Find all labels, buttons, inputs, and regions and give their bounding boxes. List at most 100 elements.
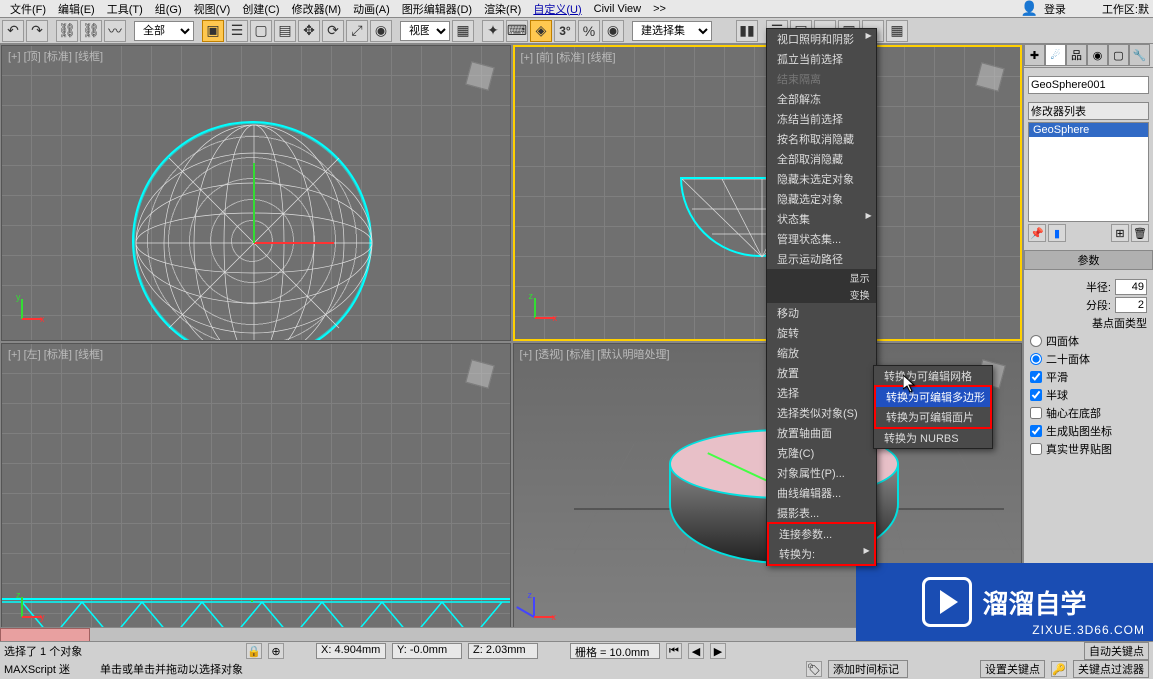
auto-key-button[interactable]: 自动关键点 [1084,642,1149,660]
coord-z[interactable]: Z: 2.03mm [468,643,538,659]
tab-display[interactable]: ▢ [1108,44,1129,66]
select-move-button[interactable]: ✥ [298,20,320,42]
key-mode-button[interactable]: 🔑 [1051,661,1067,677]
redo-button[interactable]: ↷ [26,20,48,42]
render-setup-button[interactable]: ▦ [886,20,908,42]
cm-select-similar[interactable]: 选择类似对象(S) [767,403,876,423]
radius-spinner[interactable] [1115,279,1147,295]
cm-freeze-selection[interactable]: 冻结当前选择 [767,109,876,129]
hemisphere-checkbox[interactable] [1030,389,1042,401]
bind-button[interactable]: 〰 [104,20,126,42]
reference-coord-select[interactable]: 视图 [400,21,450,41]
cm-move[interactable]: 移动 [767,303,876,323]
axis-bottom-checkbox[interactable] [1030,407,1042,419]
place-button[interactable]: ◉ [370,20,392,42]
modifier-stack[interactable]: GeoSphere [1028,122,1149,222]
time-tag-button[interactable]: 🏷 [806,661,822,677]
cm-unhide-by-name[interactable]: 按名称取消隐藏 [767,129,876,149]
mirror-button[interactable]: ▮▮ [736,20,758,42]
menu-file[interactable]: 文件(F) [4,0,52,18]
modifier-list-dropdown[interactable]: 修改器列表 [1028,102,1149,120]
real-world-checkbox[interactable] [1030,443,1042,455]
select-by-name-button[interactable]: ☰ [226,20,248,42]
viewport-top[interactable]: [+] [顶] [标准] [线框] [1,45,511,341]
tab-modify[interactable]: ☄ [1045,44,1066,66]
viewport-perspective-label[interactable]: [+] [透视] [标准] [默认明暗处理] [520,346,670,362]
prev-frame-button[interactable]: ◀ [688,643,704,659]
cm-convert-poly[interactable]: 转换为可编辑多边形 [876,387,990,407]
link-button[interactable]: ⛓ [56,20,78,42]
manipulate-button[interactable]: ✦ [482,20,504,42]
keyboard-button[interactable]: ⌨ [506,20,528,42]
select-object-button[interactable]: ▣ [202,20,224,42]
unlink-button[interactable]: ⛓ [80,20,102,42]
cm-convert-patch[interactable]: 转换为可编辑面片 [876,407,990,427]
cm-convert-mesh[interactable]: 转换为可编辑网格 [874,366,992,386]
snap-toggle-button[interactable]: ◈ [530,20,552,42]
undo-button[interactable]: ↶ [2,20,24,42]
viewport-left-label[interactable]: [+] [左] [标准] [线框] [8,346,103,362]
add-time-tag[interactable]: 添加时间标记 [828,660,908,678]
select-scale-button[interactable]: ⤢ [346,20,368,42]
menu-edit[interactable]: 编辑(E) [52,0,101,18]
cm-clone[interactable]: 克隆(C) [767,443,876,463]
select-rotate-button[interactable]: ⟳ [322,20,344,42]
cm-place[interactable]: 放置 [767,363,876,383]
smooth-checkbox[interactable] [1030,371,1042,383]
nav-cube-top[interactable] [460,56,500,96]
timeline[interactable] [0,627,856,641]
cm-select[interactable]: 选择 [767,383,876,403]
cm-scale[interactable]: 缩放 [767,343,876,363]
object-name-input[interactable] [1028,76,1149,94]
show-result-button[interactable]: ▮ [1048,224,1066,242]
coord-mode-button[interactable]: ⊕ [268,643,284,659]
select-rect-button[interactable]: ▢ [250,20,272,42]
key-filter-button[interactable]: 关键点过滤器 [1073,660,1149,678]
coord-x[interactable]: X: 4.904mm [316,643,386,659]
icosa-radio[interactable] [1030,353,1042,365]
tab-motion[interactable]: ◉ [1087,44,1108,66]
menu-group[interactable]: 组(G) [149,0,188,18]
cm-convert-nurbs[interactable]: 转换为 NURBS [874,428,992,448]
menu-civil-view[interactable]: Civil View [588,2,647,16]
menu-modifier[interactable]: 修改器(M) [286,0,348,18]
segments-spinner[interactable] [1115,297,1147,313]
cm-hide-selection[interactable]: 隐藏选定对象 [767,189,876,209]
viewport-top-label[interactable]: [+] [顶] [标准] [线框] [8,48,103,64]
cm-state-sets[interactable]: 状态集 [767,209,876,229]
pivot-button[interactable]: ▦ [452,20,474,42]
stack-item-geosphere[interactable]: GeoSphere [1029,123,1148,137]
cm-show-motion-path[interactable]: 显示运动路径 [767,249,876,269]
play-button[interactable]: ▶ [710,643,726,659]
cm-place-pivot[interactable]: 放置轴曲面 [767,423,876,443]
menu-create[interactable]: 创建(C) [236,0,285,18]
named-selection-set[interactable]: 建选择集 [632,21,712,41]
selection-filter-select[interactable]: 全部 [134,21,194,41]
pin-stack-button[interactable]: 📌 [1028,224,1046,242]
login-link[interactable]: 登录 [1038,0,1072,18]
menu-tools[interactable]: 工具(T) [101,0,149,18]
goto-start-button[interactable]: ⏮ [666,643,682,659]
cm-wire-params[interactable]: 连接参数... [769,524,874,544]
menu-graph-editors[interactable]: 图形编辑器(D) [396,0,478,18]
remove-modifier-button[interactable]: 🗑 [1131,224,1149,242]
window-crossing-button[interactable]: ▤ [274,20,296,42]
cm-curve-editor[interactable]: 曲线编辑器... [767,483,876,503]
angle-snap-button[interactable]: 3° [554,20,576,42]
rollout-parameters[interactable]: 参数 [1024,250,1153,270]
lock-selection-button[interactable]: 🔒 [246,643,262,659]
tab-utilities[interactable]: 🔧 [1129,44,1150,66]
viewport-left[interactable]: [+] [左] [标准] [线框] y z [1,343,511,639]
menu-overflow[interactable]: >> [647,2,672,16]
viewport-front-label[interactable]: [+] [前] [标准] [线框] [521,49,616,65]
cm-isolate-selection[interactable]: 孤立当前选择 [767,49,876,69]
timeline-slider[interactable] [0,628,90,642]
cm-viewport-lighting[interactable]: 视口照明和阴影 [767,29,876,49]
configure-button[interactable]: ⊞ [1111,224,1129,242]
percent-snap-button[interactable]: % [578,20,600,42]
menu-view[interactable]: 视图(V) [188,0,237,18]
tab-create[interactable]: ✚ [1024,44,1045,66]
cm-hide-unselected[interactable]: 隐藏未选定对象 [767,169,876,189]
cm-dope-sheet[interactable]: 摄影表... [767,503,876,523]
tab-hierarchy[interactable]: 品 [1066,44,1087,66]
